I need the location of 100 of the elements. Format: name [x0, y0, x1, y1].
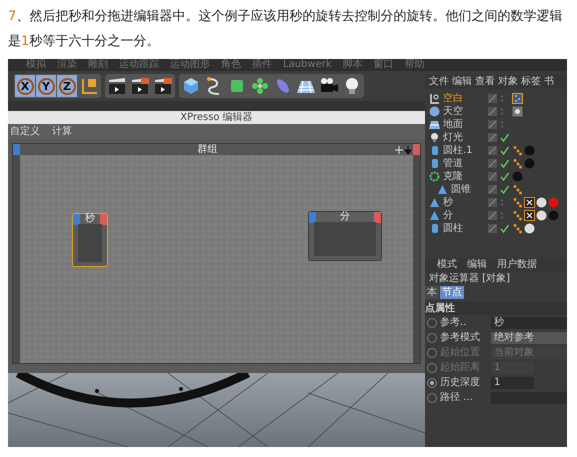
- input-field[interactable]: 1: [491, 376, 534, 388]
- input-port[interactable]: [309, 212, 316, 223]
- axis-lock-button[interactable]: Y: [36, 75, 56, 97]
- clapperboard-icon[interactable]: [152, 75, 174, 97]
- menu-item[interactable]: 计算: [52, 124, 72, 139]
- input-field[interactable]: 秒: [491, 316, 567, 328]
- input-port[interactable]: [73, 214, 80, 225]
- cone-icon[interactable]: [429, 210, 440, 221]
- object-name[interactable]: 空白: [443, 92, 485, 105]
- menu-item[interactable]: 用户数据: [497, 258, 537, 272]
- object-name[interactable]: 秒: [443, 196, 485, 209]
- section-header: 点属性: [425, 302, 567, 315]
- checkmark-icon[interactable]: [500, 172, 509, 181]
- visibility-toggle-icon[interactable]: [488, 159, 497, 168]
- input-field[interactable]: [491, 392, 567, 404]
- checker-tag-icon[interactable]: [524, 197, 535, 208]
- cone-icon[interactable]: [429, 197, 440, 208]
- floor-icon[interactable]: [429, 119, 440, 130]
- menu-item[interactable]: 编辑: [452, 75, 472, 89]
- radio-button[interactable]: [427, 318, 437, 328]
- clapperboard-icon[interactable]: [106, 75, 128, 97]
- menu-item[interactable]: 查看: [475, 75, 495, 89]
- object-name[interactable]: 天空: [443, 105, 485, 118]
- material-sphere-icon[interactable]: [536, 197, 547, 208]
- dots-tag-icon[interactable]: [512, 210, 523, 221]
- checkmark-icon[interactable]: [500, 185, 509, 194]
- cylinder-icon[interactable]: [429, 223, 440, 234]
- clapperboard-icon[interactable]: [129, 75, 151, 97]
- radio-button[interactable]: [427, 332, 437, 342]
- visibility-toggle-icon[interactable]: [488, 107, 497, 116]
- dropdown-field[interactable]: 绝对参考: [491, 332, 567, 344]
- menu-item[interactable]: 书: [544, 75, 554, 89]
- visibility-toggle-icon[interactable]: [488, 133, 497, 142]
- sky-icon[interactable]: [429, 106, 440, 117]
- move-arrows-icon[interactable]: [395, 144, 413, 154]
- object-name[interactable]: 分: [443, 209, 485, 222]
- menu-item[interactable]: 对象: [498, 75, 518, 89]
- node-title: 秒: [84, 214, 96, 224]
- field-label: 路径 ...: [440, 391, 474, 404]
- object-name[interactable]: 管道: [443, 157, 485, 170]
- axis-lock-button[interactable]: Z: [57, 75, 77, 97]
- checkmark-icon[interactable]: [500, 133, 509, 142]
- visibility-toggle-icon[interactable]: [488, 211, 497, 220]
- node[interactable]: 分: [308, 211, 382, 261]
- menu-item[interactable]: 自定义: [10, 124, 40, 139]
- visibility-toggle-icon[interactable]: [488, 172, 497, 181]
- dots-tag-icon[interactable]: [512, 158, 523, 169]
- window-title: XPresso 编辑器: [8, 111, 425, 124]
- dots-tag-icon[interactable]: [512, 223, 523, 234]
- menu-item[interactable]: 标签: [521, 75, 541, 89]
- field-label: 起始距离: [440, 361, 481, 374]
- menu-item[interactable]: 文件: [429, 75, 449, 89]
- field-label: 起始位置: [440, 346, 481, 359]
- output-port[interactable]: [100, 214, 107, 225]
- checkmark-icon[interactable]: [500, 224, 509, 233]
- visibility-toggle-icon[interactable]: [488, 198, 497, 207]
- xpresso-tag-icon[interactable]: [512, 93, 523, 104]
- visibility-toggle-icon[interactable]: [488, 146, 497, 155]
- field-label: 参考..: [440, 316, 468, 329]
- radio-button[interactable]: [427, 392, 437, 402]
- object-name[interactable]: 圆柱: [443, 222, 485, 235]
- group-title: 群组: [196, 144, 218, 155]
- output-port[interactable]: [374, 212, 381, 223]
- cloner-icon[interactable]: [429, 171, 440, 182]
- input-port[interactable]: [13, 144, 20, 155]
- field-label: 历史深度: [440, 376, 481, 389]
- checkmark-icon[interactable]: [500, 159, 509, 168]
- object-name[interactable]: 灯光: [443, 131, 485, 144]
- axis-lock-button[interactable]: X: [15, 75, 35, 97]
- null-object-icon[interactable]: [429, 93, 440, 104]
- node-title: 分: [339, 212, 351, 222]
- object-name[interactable]: 圆柱.1: [443, 144, 485, 157]
- flower-icon[interactable]: [249, 75, 271, 97]
- node[interactable]: 秒: [72, 213, 108, 267]
- object-name[interactable]: 圆锥: [451, 183, 485, 196]
- cone-icon[interactable]: [437, 184, 448, 195]
- tab[interactable]: 本: [425, 286, 439, 299]
- checker-tag-icon[interactable]: [524, 210, 535, 221]
- menu-item[interactable]: 模式: [437, 258, 457, 272]
- instruction-paragraph: 7、然后把秒和分拖进编辑器中。这个例子应该用秒的旋转去控制分的旋转。他们之间的数学逻辑是1秒等于六十分之一分。: [7, 8, 564, 51]
- dots-tag-icon[interactable]: [512, 145, 523, 156]
- material-sphere-icon[interactable]: [536, 210, 547, 221]
- material-sphere-icon[interactable]: [524, 223, 535, 234]
- visibility-toggle-icon[interactable]: [488, 224, 497, 233]
- cylinder-icon[interactable]: [429, 145, 440, 156]
- visibility-toggle-icon[interactable]: [488, 94, 497, 103]
- dots-tag-icon[interactable]: [512, 197, 523, 208]
- object-name[interactable]: 克隆: [443, 170, 485, 183]
- checkmark-icon[interactable]: [500, 146, 509, 155]
- menu-item[interactable]: 编辑: [467, 258, 487, 272]
- visibility-toggle-icon[interactable]: [488, 120, 497, 129]
- field-label: 参考模式: [440, 331, 481, 344]
- object-title: 对象运算器 [对象]: [428, 272, 511, 286]
- radio-button[interactable]: [427, 378, 437, 388]
- dots-tag-icon[interactable]: [512, 184, 523, 195]
- object-name[interactable]: 地面: [443, 118, 485, 131]
- texture-tag-icon[interactable]: [512, 106, 523, 117]
- light-icon[interactable]: [429, 132, 440, 143]
- cylinder-icon[interactable]: [429, 158, 440, 169]
- visibility-toggle-icon[interactable]: [488, 185, 497, 194]
